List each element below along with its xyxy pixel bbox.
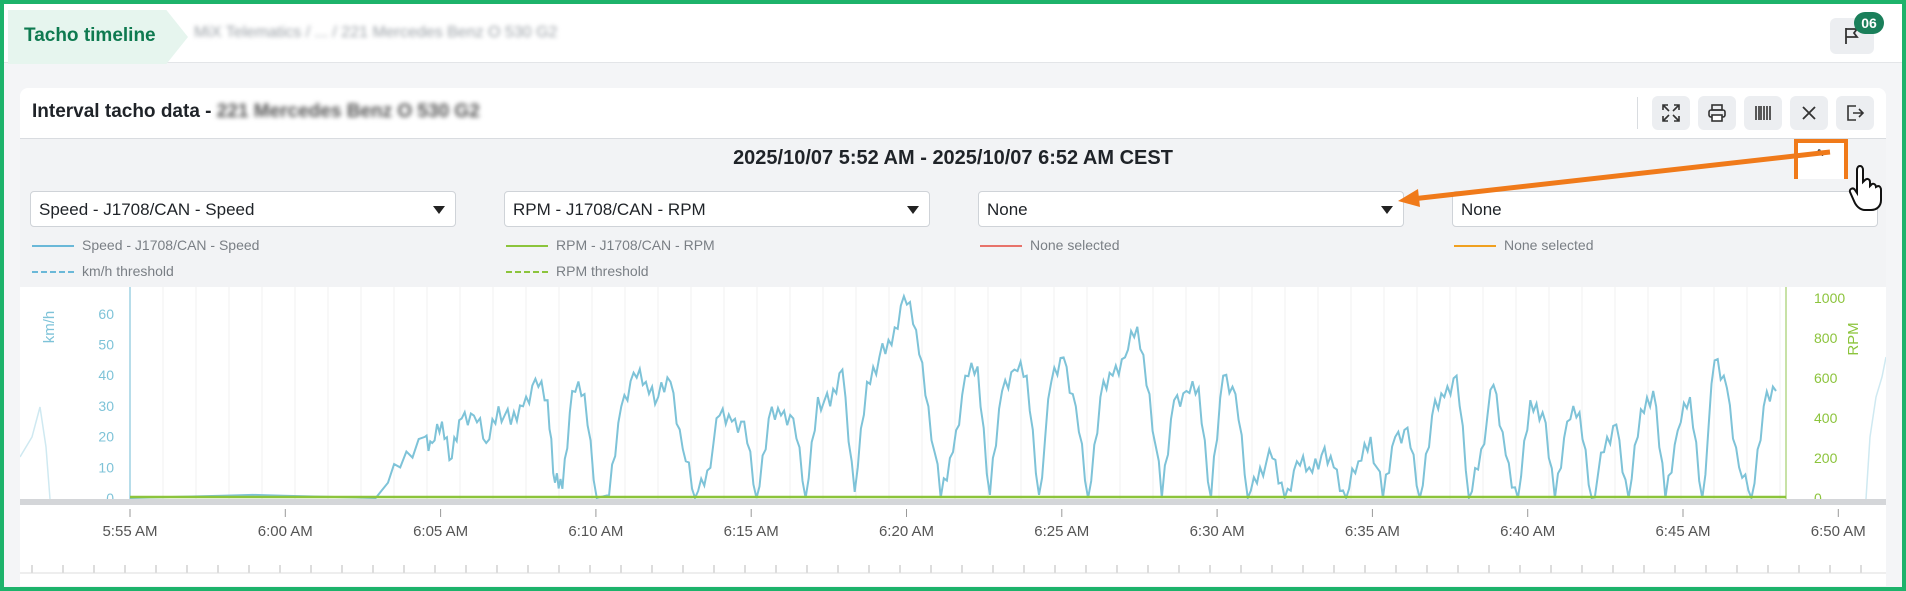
legend-label: km/h threshold (82, 263, 174, 279)
legend-label: RPM - J1708/CAN - RPM (556, 237, 715, 253)
x-axis-tick-label: 6:50 AM (1811, 523, 1866, 540)
right-axis-tick-label: 600 (1814, 370, 1838, 386)
caret-down-icon (1381, 206, 1393, 214)
legend-swatch (506, 245, 548, 248)
channel-select-4-value: None (1461, 200, 1502, 219)
right-axis-tick-label: 200 (1814, 450, 1838, 466)
page-title: Tacho timeline (24, 25, 156, 46)
left-axis-tick-label: 30 (98, 398, 114, 414)
panel-title: Interval tacho data - 221 Mercedes Benz … (32, 101, 480, 123)
right-axis-tick-label: 800 (1814, 330, 1838, 346)
print-button[interactable] (1698, 96, 1736, 130)
caret-down-icon (907, 206, 919, 214)
channel-select-1-value: Speed - J1708/CAN - Speed (39, 200, 255, 219)
left-axis-tick-label: 50 (98, 337, 114, 353)
right-axis-label: RPM (1845, 322, 1862, 355)
legend-swatch (1454, 245, 1496, 248)
x-axis-tick-label: 6:35 AM (1345, 523, 1400, 540)
x-axis-tick-label: 6:00 AM (258, 523, 313, 540)
channel-select-4[interactable]: None (1452, 191, 1878, 227)
x-axis-tick-label: 6:20 AM (879, 523, 934, 540)
channel-select-2[interactable]: RPM - J1708/CAN - RPM (504, 191, 930, 227)
toolbar-divider (1637, 97, 1638, 129)
close-button[interactable] (1790, 96, 1828, 130)
exit-button[interactable] (1836, 96, 1874, 130)
legend-label: None selected (1030, 237, 1120, 253)
x-axis-tick-label: 6:25 AM (1034, 523, 1089, 540)
legend-speed-threshold: km/h threshold (32, 263, 174, 279)
left-axis-tick-label: 20 (98, 429, 114, 445)
barcode-icon (1755, 106, 1771, 120)
legend-channel-4: None selected (1454, 237, 1594, 253)
legend-swatch (980, 245, 1022, 248)
legend-rpm-threshold: RPM threshold (506, 263, 649, 279)
time-range-text: 2025/10/07 5:52 AM - 2025/10/07 6:52 AM … (733, 147, 1173, 169)
x-axis-tick-label: 6:15 AM (724, 523, 779, 540)
time-range-bar: 2025/10/07 5:52 AM - 2025/10/07 6:52 AM … (20, 139, 1886, 185)
x-axis-tick-label: 6:45 AM (1655, 523, 1710, 540)
right-axis-tick-label: 400 (1814, 410, 1838, 426)
page-tab[interactable]: Tacho timeline (8, 10, 188, 64)
vehicle-name: 221 Mercedes Benz O 530 G2 (216, 101, 480, 122)
barcode-button[interactable] (1744, 96, 1782, 130)
channel-select-3-value: None (987, 200, 1028, 219)
x-axis-tick-label: 6:30 AM (1190, 523, 1245, 540)
panel-title-prefix: Interval tacho data - (32, 101, 217, 122)
caret-down-icon (433, 206, 445, 214)
exit-icon (1847, 105, 1865, 121)
breadcrumb[interactable]: MiX Telematics / ... / 221 Mercedes Benz… (194, 24, 557, 42)
channel-select-1[interactable]: Speed - J1708/CAN - Speed (30, 191, 456, 227)
left-axis-tick-label: 60 (98, 306, 114, 322)
tacho-panel: Interval tacho data - 221 Mercedes Benz … (20, 88, 1886, 586)
legend-rpm: RPM - J1708/CAN - RPM (506, 237, 715, 253)
legend-channel-3: None selected (980, 237, 1120, 253)
top-bar: Tacho timeline MiX Telematics / ... / 22… (4, 4, 1902, 64)
channel-selectors: Speed - J1708/CAN - Speed RPM - J1708/CA… (20, 179, 1886, 287)
chevron-up-icon: ^ (1815, 146, 1824, 166)
legend-label: Speed - J1708/CAN - Speed (82, 237, 260, 253)
notification-badge: 06 (1854, 12, 1884, 34)
expand-button[interactable] (1652, 96, 1690, 130)
legend-swatch (32, 271, 74, 274)
panel-toolbar (1637, 96, 1874, 130)
left-axis-tick-label: 10 (98, 459, 114, 475)
panel-header: Interval tacho data - 221 Mercedes Benz … (20, 88, 1886, 139)
x-axis-tick-label: 5:55 AM (102, 523, 157, 540)
navigator-track (20, 499, 1886, 505)
right-axis-tick-label: 1000 (1814, 290, 1845, 306)
legend-swatch (506, 271, 548, 274)
x-axis-tick-label: 6:40 AM (1500, 523, 1555, 540)
tacho-chart[interactable]: 0102030405060km/h02004006008001000RPM5:5… (20, 287, 1886, 586)
legend-label: RPM threshold (556, 263, 649, 279)
expand-icon (1662, 104, 1680, 122)
close-icon (1802, 106, 1816, 120)
legend-swatch (32, 245, 74, 248)
plot-background (20, 287, 1886, 499)
x-axis-tick-label: 6:10 AM (568, 523, 623, 540)
left-axis-tick-label: 40 (98, 367, 114, 383)
x-axis-tick-label: 6:05 AM (413, 523, 468, 540)
print-icon (1708, 104, 1726, 122)
legend-label: None selected (1504, 237, 1594, 253)
channel-select-2-value: RPM - J1708/CAN - RPM (513, 200, 706, 219)
left-axis-label: km/h (41, 311, 58, 344)
legend-speed: Speed - J1708/CAN - Speed (32, 237, 259, 253)
channel-select-3[interactable]: None (978, 191, 1404, 227)
